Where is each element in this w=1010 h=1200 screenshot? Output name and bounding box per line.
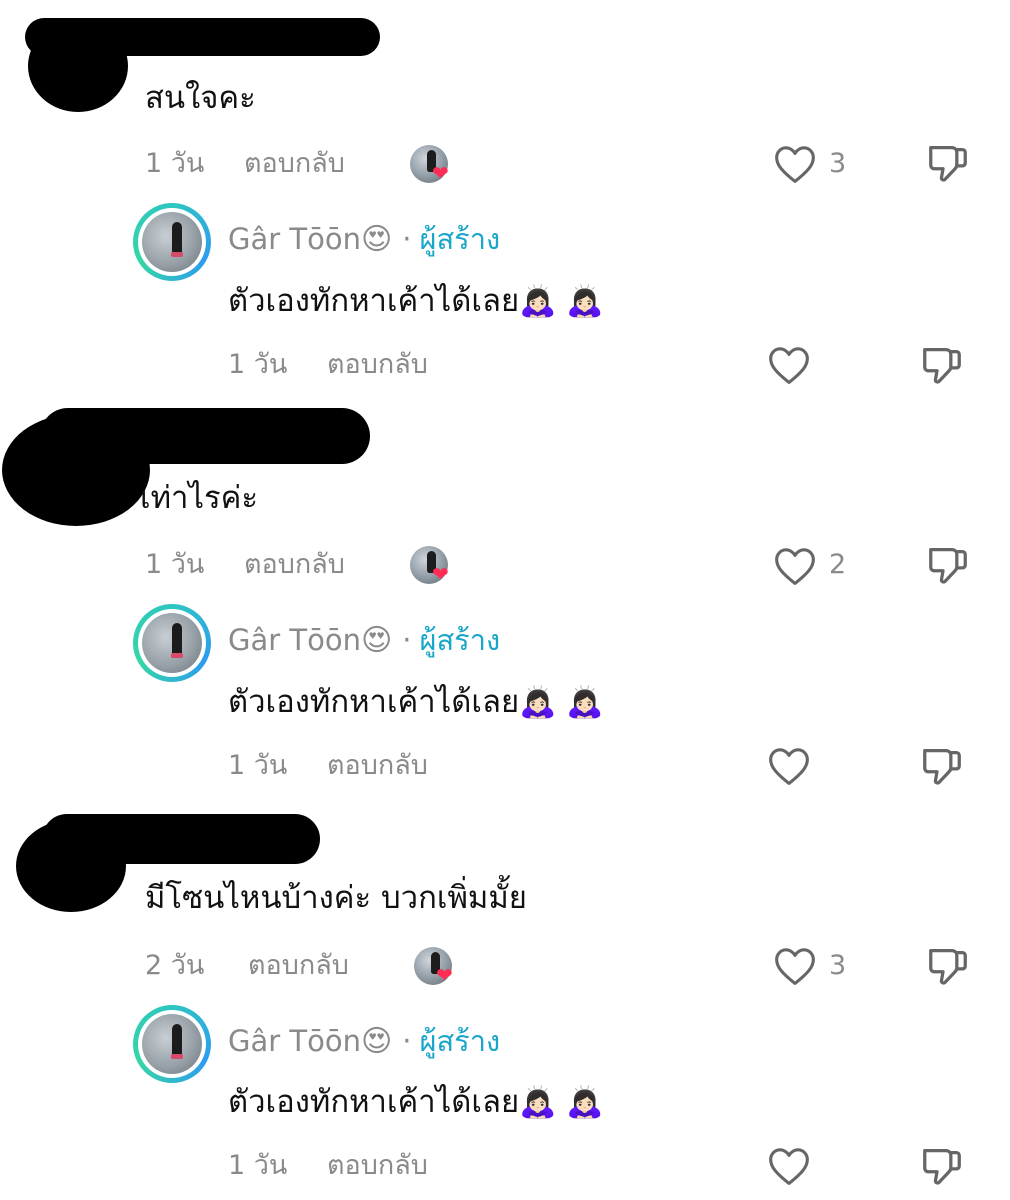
author-name: Gâr Tōōn	[228, 1024, 361, 1058]
reply-time: 1 วัน	[228, 349, 288, 380]
reply-text: ตัวเองทักหาเค้าได้เลย🙇🏻‍♀️ 🙇🏻‍♀️	[228, 281, 603, 322]
creator-liked-avatar: ❤	[410, 145, 449, 185]
reply-text-body: ตัวเองทักหาเค้าได้เลย	[228, 283, 520, 319]
reply-button[interactable]: ตอบกลับ	[244, 548, 345, 582]
redacted-avatar	[28, 20, 128, 112]
creator-liked-heart-icon: ❤	[432, 562, 449, 586]
reply-button[interactable]: ตอบกลับ	[327, 749, 428, 783]
reply-author[interactable]: Gâr Tōōn😍 · ผู้สร้าง	[228, 220, 500, 259]
creator-badge: ผู้สร้าง	[419, 623, 501, 657]
bowing-emoji: 🙇🏻‍♀️ 🙇🏻‍♀️	[519, 1085, 604, 1120]
comment-thread-3: มีโซนไหนบ้างค่ะ บวกเพิ่มมั้ย 2 วัน ตอบกล…	[0, 800, 1010, 1200]
comment-text: สนใจคะ	[145, 80, 256, 116]
comment-time: 2 วัน	[145, 950, 205, 981]
reply-author[interactable]: Gâr Tōōn😍 · ผู้สร้าง	[228, 621, 500, 660]
reply-button[interactable]: ตอบกลับ	[327, 1149, 428, 1183]
heart-outline-icon[interactable]	[767, 745, 811, 787]
reply-text: ตัวเองทักหาเค้าได้เลย🙇🏻‍♀️ 🙇🏻‍♀️	[228, 1082, 603, 1123]
heart-outline-icon[interactable]	[773, 545, 817, 587]
creator-avatar[interactable]	[133, 604, 211, 682]
thumbs-down-icon[interactable]	[925, 943, 971, 989]
thumbs-down-icon[interactable]	[919, 1143, 965, 1189]
thumbs-down-icon[interactable]	[925, 140, 971, 186]
creator-avatar[interactable]	[133, 203, 211, 281]
heart-eyes-emoji: 😍	[360, 623, 393, 658]
reply-text: ตัวเองทักหาเค้าได้เลย🙇🏻‍♀️ 🙇🏻‍♀️	[228, 682, 603, 723]
comment-time: 1 วัน	[145, 148, 205, 179]
reply-button[interactable]: ตอบกลับ	[327, 348, 428, 382]
thumbs-down-icon[interactable]	[919, 342, 965, 388]
like-count: 3	[829, 950, 847, 981]
separator-dot: ·	[402, 623, 412, 657]
like-count: 3	[829, 148, 847, 179]
reply-author[interactable]: Gâr Tōōn😍 · ผู้สร้าง	[228, 1022, 500, 1061]
bowing-emoji: 🙇🏻‍♀️ 🙇🏻‍♀️	[519, 284, 604, 319]
reply-text-body: ตัวเองทักหาเค้าได้เลย	[228, 684, 520, 720]
heart-eyes-emoji: 😍	[360, 1024, 393, 1059]
heart-outline-icon[interactable]	[773, 143, 817, 185]
separator-dot: ·	[402, 1024, 412, 1058]
comment-thread-1: สนใจคะ 1 วัน ตอบกลับ ❤ 3 Gâr Tōōn😍 · ผู้สร…	[0, 0, 1010, 400]
heart-outline-icon[interactable]	[767, 344, 811, 386]
thumbs-down-icon[interactable]	[919, 743, 965, 789]
creator-liked-heart-icon: ❤	[432, 161, 449, 185]
reply-time: 1 วัน	[228, 750, 288, 781]
bowing-emoji: 🙇🏻‍♀️ 🙇🏻‍♀️	[519, 685, 604, 720]
thumbs-down-icon[interactable]	[925, 542, 971, 588]
comment-time: 1 วัน	[145, 549, 205, 580]
reply-time: 1 วัน	[228, 1150, 288, 1181]
creator-badge: ผู้สร้าง	[419, 222, 501, 256]
separator-dot: ·	[402, 222, 412, 256]
comment-text: มีโซนไหนบ้างค่ะ บวกเพิ่มมั้ย	[145, 880, 527, 916]
creator-avatar[interactable]	[133, 1005, 211, 1083]
comment-thread-2: เท่าไรค่ะ 1 วัน ตอบกลับ ❤ 2 Gâr Tōōn😍 · ผู…	[0, 400, 1010, 800]
heart-outline-icon[interactable]	[767, 1145, 811, 1187]
redacted-avatar	[16, 820, 126, 912]
heart-outline-icon[interactable]	[773, 945, 817, 987]
reply-button[interactable]: ตอบกลับ	[248, 949, 349, 983]
heart-eyes-emoji: 😍	[360, 222, 393, 257]
creator-liked-avatar: ❤	[410, 546, 449, 586]
comment-text: เท่าไรค่ะ	[140, 480, 259, 516]
reply-text-body: ตัวเองทักหาเค้าได้เลย	[228, 1084, 520, 1120]
creator-badge: ผู้สร้าง	[419, 1024, 501, 1058]
redacted-avatar	[2, 414, 150, 526]
like-count: 2	[829, 549, 847, 580]
creator-liked-avatar: ❤	[414, 947, 453, 987]
author-name: Gâr Tōōn	[228, 623, 361, 657]
creator-liked-heart-icon: ❤	[436, 963, 453, 987]
author-name: Gâr Tōōn	[228, 222, 361, 256]
reply-button[interactable]: ตอบกลับ	[244, 147, 345, 181]
